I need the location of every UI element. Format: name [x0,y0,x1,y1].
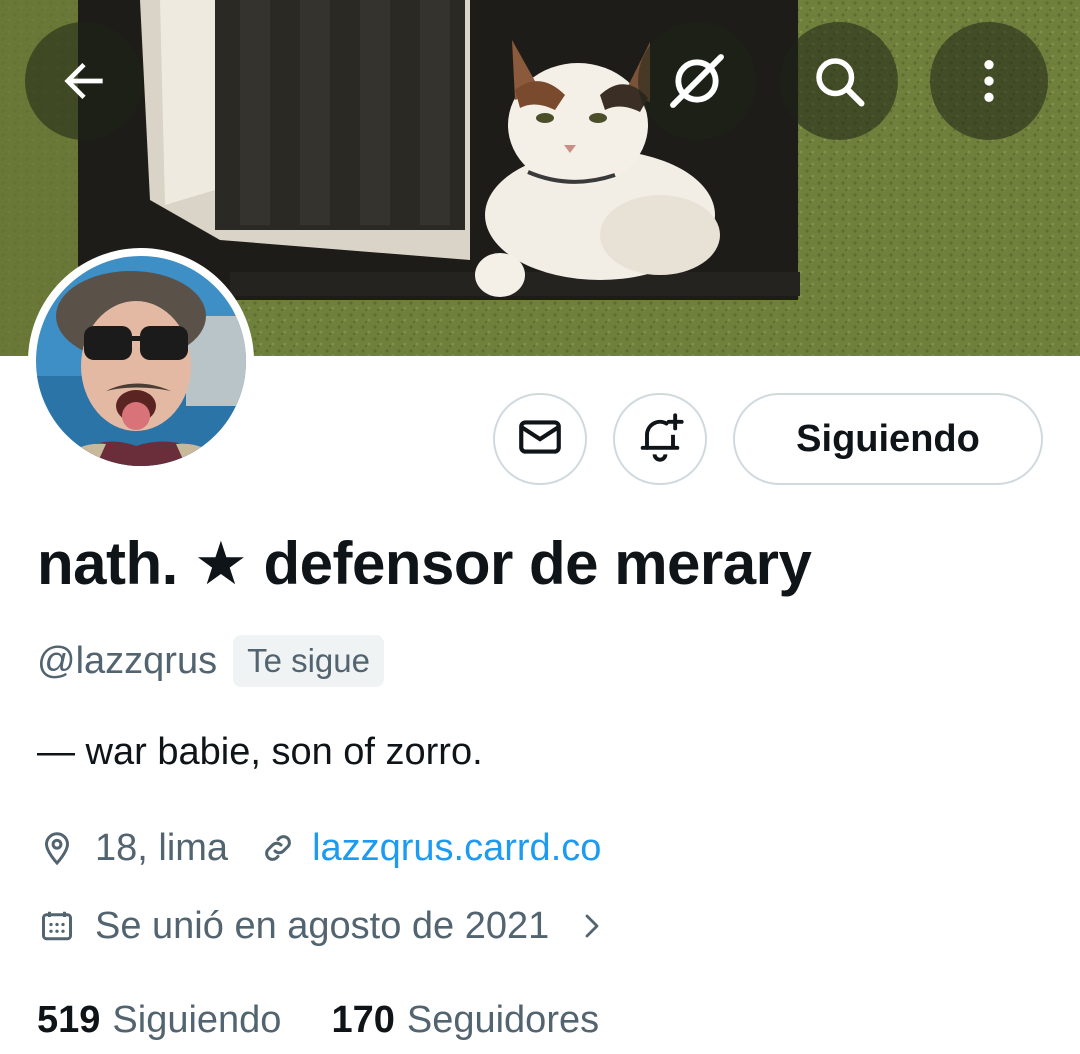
display-name: nath. ★ defensor de merary [37,530,812,597]
location-text: 18, lima [95,826,229,869]
notifications-button[interactable] [613,393,707,485]
chevron-right-icon [577,909,607,943]
search-icon [809,51,869,111]
calendar-icon [37,906,77,946]
website-link[interactable]: lazzqrus.carrd.co [312,827,601,870]
bio: — war babie, son of zorro. [37,731,483,773]
joined-date-text: Se unió en agosto de 2021 [95,904,550,947]
bell-plus-icon [634,411,686,468]
link-icon [258,828,298,868]
search-button[interactable] [780,22,898,140]
more-options-button[interactable] [930,22,1048,140]
followers-stat[interactable]: 170 Seguidores [331,999,599,1042]
location-pin-icon [37,828,77,868]
avatar[interactable] [28,248,254,474]
joined-row[interactable]: Se unió en agosto de 2021 [37,898,607,954]
follows-you-badge: Te sigue [233,635,384,687]
more-vertical-icon [961,53,1017,109]
following-button[interactable]: Siguiendo [733,393,1043,485]
following-label: Siguiendo [112,998,282,1041]
avatar-image [36,256,246,466]
following-count: 519 [37,998,101,1041]
grok-button[interactable] [638,22,756,140]
user-handle: @lazzqrus [37,639,218,682]
arrow-left-icon [56,53,112,109]
message-button[interactable] [493,393,587,485]
followers-label: Seguidores [406,998,600,1041]
following-button-label: Siguiendo [796,417,980,460]
grok-icon [665,49,729,113]
handle-row: @lazzqrus Te sigue [37,633,384,689]
follow-stats: 519 Siguiendo 170 Seguidores [37,992,599,1048]
back-button[interactable] [25,22,143,140]
envelope-icon [515,412,565,467]
following-stat[interactable]: 519 Siguiendo [37,999,281,1042]
profile-meta-row: 18, lima lazzqrus.carrd.co [37,820,601,876]
followers-count: 170 [331,998,395,1041]
